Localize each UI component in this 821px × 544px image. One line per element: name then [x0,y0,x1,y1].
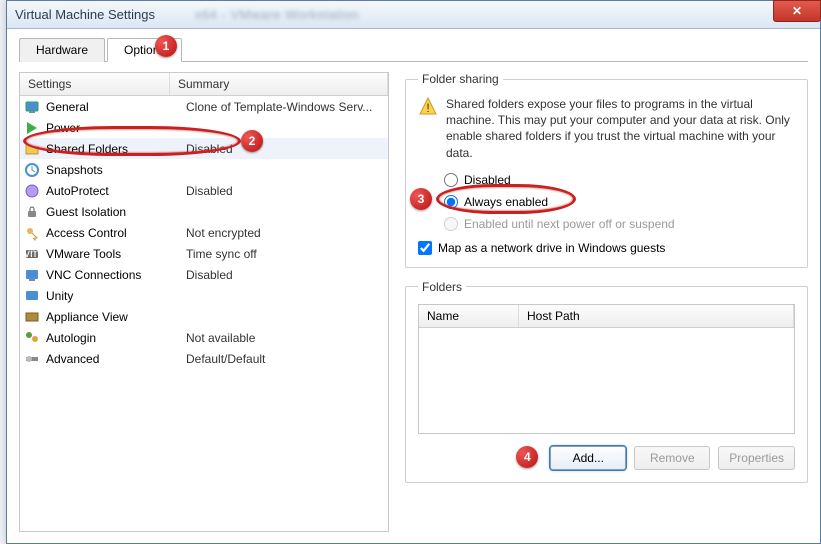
access-icon [24,225,40,241]
warning-row: ! Shared folders expose your files to pr… [418,96,795,161]
radio-always-input[interactable] [444,195,458,209]
row-appliance-view[interactable]: Appliance View [20,306,388,327]
cell-name: Snapshots [46,163,186,177]
header-settings[interactable]: Settings [20,73,170,95]
folder-sharing-group: Folder sharing ! Shared folders expose y… [405,72,808,268]
header-summary[interactable]: Summary [170,73,388,95]
settings-table: Settings Summary General Clone of Templa… [19,72,389,532]
cell-name: Appliance View [46,310,186,324]
settings-header: Settings Summary [20,73,388,96]
close-button[interactable]: ✕ [773,0,821,22]
folders-col-hostpath[interactable]: Host Path [519,305,794,327]
radio-until-poweroff: Enabled until next power off or suspend [444,213,795,235]
row-unity[interactable]: Unity [20,285,388,306]
autologin-icon [24,330,40,346]
folders-buttons: 4 Add... Remove Properties [418,446,795,470]
cell-summary: Not available [186,331,384,345]
general-icon [24,99,40,115]
folder-sharing-legend: Folder sharing [418,72,503,86]
cell-name: Shared Folders [46,142,186,156]
remove-button[interactable]: Remove [634,446,710,470]
radio-group: Disabled Always enabled Enabled until ne… [444,169,795,235]
cell-summary: Not encrypted [186,226,384,240]
client-area: Hardware Options 1 Settings Summary Gene… [7,29,820,544]
row-autologin[interactable]: Autologin Not available [20,327,388,348]
radio-until-input [444,217,458,231]
settings-rows: General Clone of Template-Windows Serv..… [20,96,388,369]
unity-icon [24,288,40,304]
svg-text:!: ! [426,101,429,115]
row-power[interactable]: Power [20,117,388,138]
annotation-1: 1 [155,35,177,57]
row-vmware-tools[interactable]: vm VMware Tools Time sync off [20,243,388,264]
row-autoprotect[interactable]: AutoProtect Disabled [20,180,388,201]
cell-summary: Clone of Template-Windows Serv... [186,100,384,114]
row-shared-folders[interactable]: Shared Folders Disabled [20,138,388,159]
right-panel: Folder sharing ! Shared folders expose y… [405,72,808,532]
tabs: Hardware Options 1 [19,37,808,62]
row-vnc[interactable]: VNC Connections Disabled [20,264,388,285]
cell-name: Power [46,121,186,135]
warning-text: Shared folders expose your files to prog… [446,96,795,161]
folders-legend: Folders [418,280,466,294]
window-title: Virtual Machine Settings [15,7,155,22]
advanced-icon [24,351,40,367]
guest-isolation-icon [24,204,40,220]
annotation-2: 2 [241,130,263,152]
row-access-control[interactable]: Access Control Not encrypted [20,222,388,243]
add-button[interactable]: Add... [550,446,626,470]
left-panel: Settings Summary General Clone of Templa… [19,72,389,532]
cell-name: VNC Connections [46,268,186,282]
close-icon: ✕ [792,4,802,18]
cell-summary: Disabled [186,142,384,156]
cell-summary: Default/Default [186,352,384,366]
cell-name: Autologin [46,331,186,345]
map-network-drive[interactable]: Map as a network drive in Windows guests [418,241,795,255]
annotation-4: 4 [516,446,538,468]
appliance-icon [24,309,40,325]
radio-until-label: Enabled until next power off or suspend [464,217,675,231]
titlebar: Virtual Machine Settings x64 - VMware Wo… [7,1,820,29]
folder-icon [24,141,40,157]
warning-icon: ! [418,96,438,116]
cell-name: Unity [46,289,186,303]
autoprotect-icon [24,183,40,199]
power-icon [24,120,40,136]
folders-table: Name Host Path [418,304,795,434]
cell-name: Guest Isolation [46,205,186,219]
radio-disabled[interactable]: Disabled [444,169,795,191]
folders-header: Name Host Path [419,305,794,328]
row-snapshots[interactable]: Snapshots [20,159,388,180]
properties-button[interactable]: Properties [718,446,795,470]
tab-hardware[interactable]: Hardware [19,38,105,62]
radio-disabled-label: Disabled [464,173,511,187]
cell-name: General [46,100,186,114]
folders-col-name[interactable]: Name [419,305,519,327]
cell-name: Advanced [46,352,186,366]
radio-disabled-input[interactable] [444,173,458,187]
svg-text:vm: vm [24,246,40,260]
vm-settings-window: Virtual Machine Settings x64 - VMware Wo… [6,0,821,544]
snapshot-icon [24,162,40,178]
row-general[interactable]: General Clone of Template-Windows Serv..… [20,96,388,117]
cell-summary: Time sync off [186,247,384,261]
cell-summary: Disabled [186,184,384,198]
titlebar-blurred-text: x64 - VMware Workstation [195,7,359,22]
cell-name: AutoProtect [46,184,186,198]
vmtools-icon: vm [24,246,40,262]
map-drive-label: Map as a network drive in Windows guests [438,241,665,255]
cell-summary: Disabled [186,268,384,282]
annotation-3: 3 [410,188,432,210]
cell-name: VMware Tools [46,247,186,261]
columns: Settings Summary General Clone of Templa… [19,72,808,532]
folders-group: Folders Name Host Path 4 Add... Remove P… [405,280,808,483]
vnc-icon [24,267,40,283]
row-advanced[interactable]: Advanced Default/Default [20,348,388,369]
map-drive-checkbox[interactable] [418,241,432,255]
radio-always-label: Always enabled [464,195,548,209]
row-guest-isolation[interactable]: Guest Isolation [20,201,388,222]
cell-name: Access Control [46,226,186,240]
radio-always-enabled[interactable]: Always enabled [444,191,795,213]
